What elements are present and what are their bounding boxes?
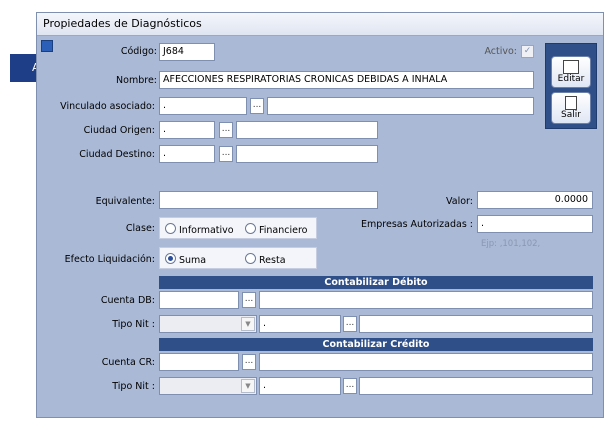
credito-section-header: Contabilizar Crédito [159,338,593,351]
activo-label: Activo: [484,46,517,57]
window-title: Propiedades de Diagnósticos [43,17,202,30]
debito-section-header: Contabilizar Débito [159,276,593,289]
ciudad-destino-label: Ciudad Destino: [79,149,155,160]
editar-label: Editar [557,74,585,84]
button-panel: Editar Salir [545,43,597,129]
ciudad-origen-lookup-button[interactable]: ... [219,122,233,138]
cuenta-db-name-input[interactable] [259,291,593,309]
cuenta-db-label: Cuenta DB: [100,295,155,306]
clase-option-financiero[interactable]: Financiero [245,223,308,236]
nombre-input[interactable]: AFECCIONES RESPIRATORIAS CRONICAS DEBIDA… [159,71,534,89]
cuenta-cr-lookup-button[interactable]: ... [242,354,256,370]
clase-option-informativo[interactable]: Informativo [165,223,234,236]
codigo-input[interactable]: J684 [159,43,215,61]
nombre-label: Nombre: [116,75,157,86]
empresas-input[interactable]: . [477,215,593,233]
tiponit-cr-name-input[interactable] [359,377,593,395]
edit-icon [563,60,579,74]
ciudad-origen-name-input[interactable] [236,121,378,139]
salir-label: Salir [561,110,581,120]
efecto-radio-group: Suma Resta [159,247,317,269]
clase-option-label: Informativo [179,225,234,236]
ciudad-destino-name-input[interactable] [236,145,378,163]
salir-button[interactable]: Salir [551,92,591,124]
title-bar: Propiedades de Diagnósticos [37,13,603,36]
cuenta-db-input[interactable] [159,291,239,309]
radio-icon [245,253,256,264]
dialog-window: Propiedades de Diagnósticos Código: J684… [36,12,604,418]
cuenta-cr-name-input[interactable] [259,353,593,371]
vinculado-name-input[interactable] [267,97,534,115]
equivalente-input[interactable] [159,191,378,209]
valor-input[interactable]: 0.0000 [477,191,593,209]
radio-icon [245,223,256,234]
empresas-hint: Ejp: ,101,102, [481,239,541,249]
codigo-label: Código: [120,46,157,57]
cuenta-cr-label: Cuenta CR: [101,357,155,368]
tiponit-db-code-input[interactable]: . [259,315,341,333]
cuenta-db-lookup-button[interactable]: ... [242,292,256,308]
efecto-option-suma[interactable]: Suma [165,253,206,266]
editar-button[interactable]: Editar [551,56,591,88]
ciudad-destino-lookup-button[interactable]: ... [219,146,233,162]
valor-label: Valor: [446,196,473,207]
tiponit-cr-label: Tipo Nit : [112,381,155,392]
ciudad-origen-input[interactable]: . [159,121,215,139]
radio-icon [165,223,176,234]
ciudad-destino-input[interactable]: . [159,145,215,163]
ciudad-origen-label: Ciudad Origen: [83,125,155,136]
clase-radio-group: Informativo Financiero [159,217,317,239]
efecto-option-label: Suma [179,255,207,266]
vinculado-lookup-button[interactable]: ... [250,98,264,114]
radio-selected-icon [165,253,176,264]
vinculado-label: Vinculado asociado: [60,101,155,112]
cuenta-cr-input[interactable] [159,353,239,371]
tiponit-db-lookup-button[interactable]: ... [343,316,357,332]
chevron-down-icon[interactable]: ▼ [241,317,255,331]
vinculado-input[interactable]: . [159,97,247,115]
efecto-option-label: Resta [259,255,286,266]
tiponit-db-name-input[interactable] [359,315,593,333]
equivalente-label: Equivalente: [95,196,155,207]
activo-checkbox[interactable]: ✓ [521,45,534,58]
chevron-down-icon[interactable]: ▼ [241,379,255,393]
efecto-option-resta[interactable]: Resta [245,253,286,266]
empresas-label: Empresas Autorizadas : [360,219,473,230]
exit-icon [565,96,577,110]
efecto-label: Efecto Liquidación: [64,254,155,265]
tiponit-cr-code-input[interactable]: . [259,377,341,395]
info-icon [41,40,53,52]
tiponit-db-label: Tipo Nit : [112,319,155,330]
tiponit-cr-lookup-button[interactable]: ... [343,378,357,394]
clase-label: Clase: [125,223,155,234]
clase-option-label: Financiero [259,225,308,236]
